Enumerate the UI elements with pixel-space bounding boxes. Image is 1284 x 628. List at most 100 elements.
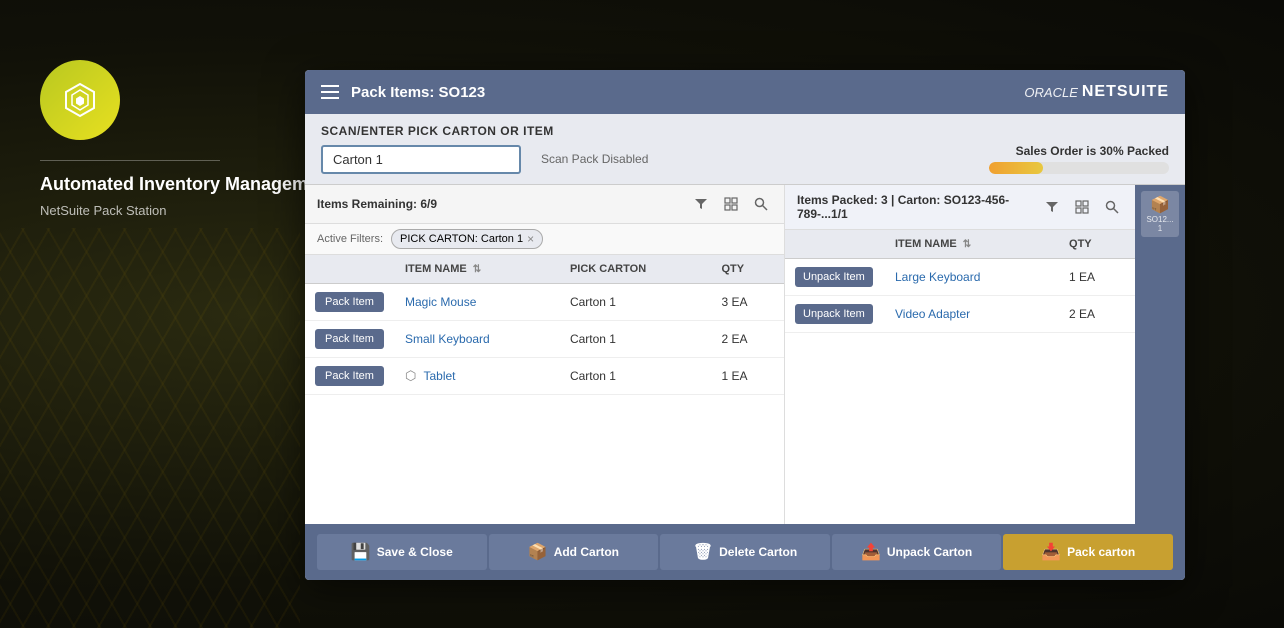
modal-header: Pack Items: SO123 ORACLE NETSUITE <box>305 70 1185 114</box>
col-qty: QTY <box>712 255 785 284</box>
sidebar: Automated Inventory Management NetSuite … <box>40 60 335 221</box>
search-icon[interactable] <box>750 193 772 215</box>
unpack-item-button-0[interactable]: Unpack Item <box>795 267 873 287</box>
save-close-icon: 💾 <box>351 542 371 562</box>
unpack-item-button-1[interactable]: Unpack Item <box>795 304 873 324</box>
carton-strip: 📦 SO12...1 <box>1135 185 1185 524</box>
filter-tag-close[interactable]: × <box>527 232 534 246</box>
unpack-carton-icon: 📤 <box>861 542 881 562</box>
table-row: Pack Item Small Keyboard Carton 1 2 EA <box>305 321 784 358</box>
item-link-0[interactable]: Magic Mouse <box>405 295 476 309</box>
right-search-icon[interactable] <box>1101 196 1123 218</box>
left-panel: Items Remaining: 6/9 <box>305 185 785 524</box>
toolbar-icons <box>690 193 772 215</box>
item-link-1[interactable]: Small Keyboard <box>405 332 490 346</box>
filter-tag[interactable]: PICK CARTON: Carton 1 × <box>391 229 543 249</box>
right-header-row: ITEM NAME ⇅ QTY <box>785 230 1135 259</box>
item-link-2[interactable]: Tablet <box>423 369 455 383</box>
pack-item-button-2[interactable]: Pack Item <box>315 366 384 386</box>
progress-section: Sales Order is 30% Packed <box>989 144 1169 174</box>
items-packed: Items Packed: 3 | Carton: SO123-456-789-… <box>797 193 1041 221</box>
save-close-button[interactable]: 💾 Save & Close <box>317 534 487 570</box>
qty-cell: 2 EA <box>712 321 785 358</box>
logo-circle <box>40 60 120 140</box>
sidebar-divider <box>40 160 220 161</box>
col-pick-carton: PICK CARTON <box>560 255 712 284</box>
right-qty-cell: 2 EA <box>1059 296 1135 333</box>
pick-carton-cell: Carton 1 <box>560 321 712 358</box>
oracle-label: ORACLE <box>1024 85 1077 100</box>
table-row: Unpack Item Video Adapter 2 EA <box>785 296 1135 333</box>
left-toolbar: Items Remaining: 6/9 <box>305 185 784 224</box>
content-area: Items Remaining: 6/9 <box>305 185 1185 524</box>
pick-carton-cell: Carton 1 <box>560 284 712 321</box>
delete-carton-icon: 🗑 <box>693 542 713 562</box>
carton-thumb-label: SO12...1 <box>1145 215 1175 233</box>
filter-bar: Active Filters: PICK CARTON: Carton 1 × <box>305 224 784 255</box>
add-carton-icon: 📦 <box>528 542 548 562</box>
hamburger-menu[interactable] <box>321 85 339 99</box>
item-icon: ⬡ <box>405 368 416 383</box>
unpack-carton-label: Unpack Carton <box>887 545 972 559</box>
hex-decoration <box>0 228 300 628</box>
right-col-action <box>785 230 885 259</box>
right-toolbar: Items Packed: 3 | Carton: SO123-456-789-… <box>785 185 1135 230</box>
netsuite-label: NETSUITE <box>1082 83 1169 101</box>
right-filter-icon[interactable] <box>1041 196 1063 218</box>
right-toolbar-icons <box>1041 196 1123 218</box>
right-item-link-0[interactable]: Large Keyboard <box>895 270 980 284</box>
pack-item-button-0[interactable]: Pack Item <box>315 292 384 312</box>
table-row: Unpack Item Large Keyboard 1 EA <box>785 259 1135 296</box>
items-table: ITEM NAME ⇅ PICK CARTON QTY Pack Item Ma… <box>305 255 784 524</box>
qty-cell: 1 EA <box>712 358 785 395</box>
table-row: Pack Item Magic Mouse Carton 1 3 EA <box>305 284 784 321</box>
carton-thumbnail[interactable]: 📦 SO12...1 <box>1141 191 1179 237</box>
pack-carton-icon: 📥 <box>1041 542 1061 562</box>
pack-item-button-1[interactable]: Pack Item <box>315 329 384 349</box>
progress-label: Sales Order is 30% Packed <box>1016 144 1169 158</box>
progress-bar <box>989 162 1169 174</box>
right-item-link-1[interactable]: Video Adapter <box>895 307 970 321</box>
delete-carton-button[interactable]: 🗑Delete Carton <box>660 534 830 570</box>
qty-cell: 3 EA <box>712 284 785 321</box>
active-filters-label: Active Filters: <box>317 233 383 245</box>
grid-icon[interactable] <box>720 193 742 215</box>
save-close-label: Save & Close <box>377 545 453 559</box>
app-subtitle: NetSuite Pack Station <box>40 202 166 220</box>
col-item-name: ITEM NAME ⇅ <box>395 255 560 284</box>
header-left: Pack Items: SO123 <box>321 84 485 101</box>
unpack-carton-button[interactable]: 📤 Unpack Carton <box>832 534 1002 570</box>
col-action <box>305 255 395 284</box>
app-title: Automated Inventory Management <box>40 173 335 196</box>
filter-icon[interactable] <box>690 193 712 215</box>
logo-icon <box>60 80 100 120</box>
add-carton-button[interactable]: 📦 Add Carton <box>489 534 659 570</box>
filter-tag-text: PICK CARTON: Carton 1 <box>400 233 523 245</box>
pack-carton-label: Pack carton <box>1067 545 1135 559</box>
right-qty-cell: 1 EA <box>1059 259 1135 296</box>
table-row: Pack Item ⬡ Tablet Carton 1 1 EA <box>305 358 784 395</box>
scan-input[interactable] <box>321 145 521 174</box>
carton-thumb-icon: 📦 <box>1145 195 1175 215</box>
pack-carton-button[interactable]: 📥 Pack carton <box>1003 534 1173 570</box>
right-grid-icon[interactable] <box>1071 196 1093 218</box>
scan-header: SCAN/ENTER PICK CARTON OR ITEM Scan Pack… <box>305 114 1185 185</box>
modal-title: Pack Items: SO123 <box>351 84 485 101</box>
netsuite-logo: ORACLE NETSUITE <box>1024 83 1169 101</box>
progress-bar-fill <box>989 162 1043 174</box>
scan-status: Scan Pack Disabled <box>541 152 648 166</box>
right-inner: Items Packed: 3 | Carton: SO123-456-789-… <box>785 185 1185 524</box>
main-modal: Pack Items: SO123 ORACLE NETSUITE SCAN/E… <box>305 70 1185 580</box>
pick-carton-cell: Carton 1 <box>560 358 712 395</box>
bottom-toolbar: 💾 Save & Close 📦 Add Carton 🗑Delete Carton 📤 U… <box>305 524 1185 580</box>
table-header-row: ITEM NAME ⇅ PICK CARTON QTY <box>305 255 784 284</box>
scan-label: SCAN/ENTER PICK CARTON OR ITEM <box>321 124 1169 138</box>
add-carton-label: Add Carton <box>554 545 619 559</box>
right-main: Items Packed: 3 | Carton: SO123-456-789-… <box>785 185 1135 524</box>
right-col-qty: QTY <box>1059 230 1135 259</box>
right-panel: Items Packed: 3 | Carton: SO123-456-789-… <box>785 185 1185 524</box>
scan-row: Scan Pack Disabled Sales Order is 30% Pa… <box>321 144 1169 174</box>
right-col-item-name: ITEM NAME ⇅ <box>885 230 1059 259</box>
items-remaining: Items Remaining: 6/9 <box>317 197 437 211</box>
right-items-table: ITEM NAME ⇅ QTY Unpack Item Large Keyboa… <box>785 230 1135 524</box>
